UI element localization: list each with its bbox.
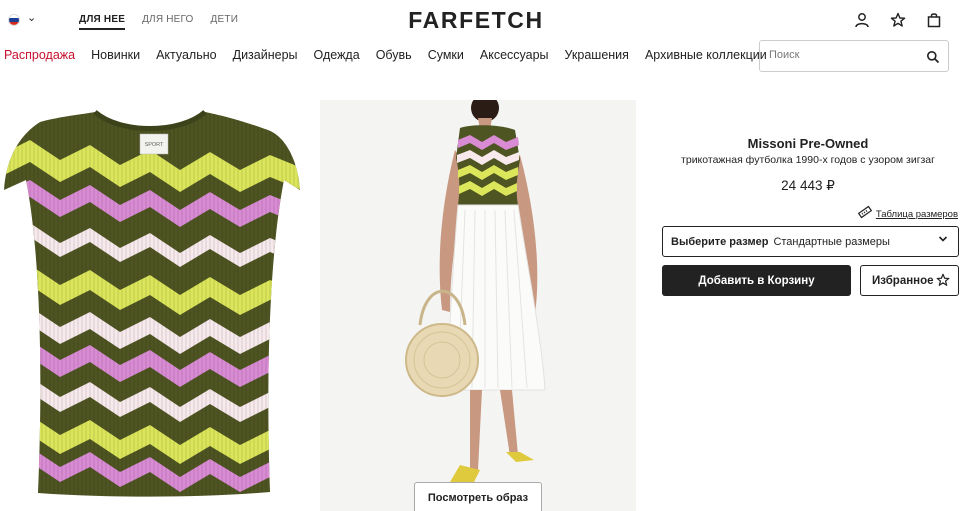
nav-shoes[interactable]: Обувь <box>376 48 412 62</box>
top-bar: ⌄ ДЛЯ НЕЕ ДЛЯ НЕГО ДЕТИ FARFETCH <box>0 0 966 40</box>
product-price: 24 443 ₽ <box>781 178 835 193</box>
add-to-cart-button[interactable]: Добавить в Корзину <box>662 265 851 296</box>
size-guide-label[interactable]: Таблица размеров <box>876 209 958 220</box>
ruler-icon <box>857 205 873 224</box>
search-icon[interactable] <box>926 50 940 64</box>
product-description: трикотажная футболка 1990-х годов с узор… <box>681 154 935 166</box>
nav-designers[interactable]: Дизайнеры <box>233 48 298 62</box>
nav-sale[interactable]: Распродажа <box>4 48 75 62</box>
size-dropdown-label: Выберите размер <box>671 235 769 248</box>
nav-jewelry[interactable]: Украшения <box>565 48 629 62</box>
nav-accessories[interactable]: Аксессуары <box>480 48 549 62</box>
svg-text:SPORT: SPORT <box>145 142 164 148</box>
wishlist-star-icon[interactable] <box>890 12 906 28</box>
nav-bags[interactable]: Сумки <box>428 48 464 62</box>
product-image-model[interactable] <box>320 100 636 511</box>
nav-archive[interactable]: Архивные коллекции <box>645 48 767 62</box>
view-look-button[interactable]: Посмотреть образ <box>414 482 542 511</box>
nav-trending[interactable]: Актуально <box>156 48 217 62</box>
wishlist-button[interactable]: Избранное <box>860 265 959 296</box>
account-icon[interactable] <box>854 12 870 28</box>
shopping-bag-icon[interactable] <box>926 12 942 28</box>
star-icon <box>936 273 950 287</box>
size-dropdown-value: Стандартные размеры <box>773 235 890 248</box>
search-box[interactable] <box>759 40 949 72</box>
header-icons <box>854 12 942 28</box>
nav-new-in[interactable]: Новинки <box>91 48 140 62</box>
size-guide-link[interactable]: Таблица размеров <box>857 205 958 224</box>
logo[interactable]: FARFETCH <box>0 7 952 34</box>
product-brand[interactable]: Missoni Pre-Owned <box>650 136 966 151</box>
farfetch-product-page: ⌄ ДЛЯ НЕЕ ДЛЯ НЕГО ДЕТИ FARFETCH Распрод… <box>0 0 966 511</box>
wishlist-button-label: Избранное <box>872 274 934 287</box>
size-dropdown[interactable]: Выберите размер Стандартные размеры <box>662 226 959 257</box>
nav-clothing[interactable]: Одежда <box>314 48 360 62</box>
product-image-main[interactable]: SPORT <box>0 100 302 511</box>
category-nav: Распродажа Новинки Актуально Дизайнеры О… <box>4 48 767 62</box>
chevron-down-icon <box>938 234 948 247</box>
search-input[interactable] <box>769 49 919 61</box>
